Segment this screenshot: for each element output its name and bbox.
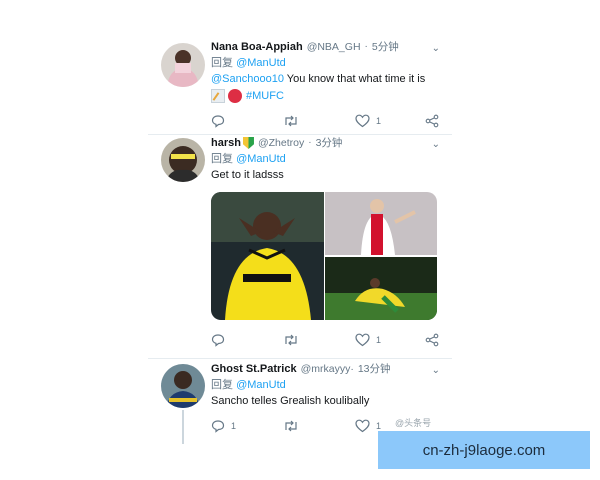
share-icon bbox=[425, 333, 439, 347]
user-handle[interactable]: @NBA_GH bbox=[307, 40, 361, 54]
like-count: 1 bbox=[376, 335, 382, 345]
retweet-icon bbox=[285, 334, 297, 346]
media-right-column bbox=[325, 192, 437, 320]
tweet-text-body: You know that what time it is bbox=[283, 73, 426, 85]
tweet-text: Get to it ladsss bbox=[211, 169, 284, 181]
tweet-actions: 1 bbox=[211, 332, 447, 348]
reply-prefix: 回复 bbox=[211, 57, 233, 69]
reply-context: 回复 @ManUtd bbox=[211, 56, 447, 70]
avatar[interactable] bbox=[161, 138, 205, 182]
display-name[interactable]: harsh bbox=[211, 136, 241, 150]
reply-button[interactable] bbox=[211, 114, 283, 128]
reply-prefix: 回复 bbox=[211, 379, 233, 391]
media-photo-ajax[interactable] bbox=[325, 192, 437, 256]
user-handle[interactable]: @mrkayyy· bbox=[301, 362, 354, 376]
heart-icon bbox=[355, 419, 370, 433]
pencil-emoji-icon bbox=[211, 89, 225, 103]
thread-line bbox=[182, 410, 184, 444]
reply-icon bbox=[211, 115, 225, 128]
chevron-down-icon[interactable]: ⌄ bbox=[432, 364, 440, 378]
separator-dot: · bbox=[364, 41, 368, 52]
watermark: @头条号 bbox=[395, 418, 432, 428]
retweet-icon bbox=[285, 115, 297, 127]
avatar[interactable] bbox=[161, 364, 205, 408]
emoji-line: #MUFC bbox=[211, 89, 447, 103]
reply-button[interactable]: 1 bbox=[211, 419, 283, 433]
tweet-actions: 1 bbox=[211, 113, 447, 129]
red-circle-emoji-icon bbox=[228, 89, 242, 103]
display-name[interactable]: Nana Boa-Appiah bbox=[211, 40, 303, 54]
heart-icon bbox=[355, 114, 370, 128]
timestamp[interactable]: 5分钟 bbox=[372, 40, 399, 54]
media-photo-sancho[interactable] bbox=[211, 192, 324, 320]
reply-icon bbox=[211, 334, 225, 347]
user-handle[interactable]: @Zhetroy bbox=[258, 136, 304, 150]
reply-count: 1 bbox=[231, 421, 237, 431]
reply-prefix: 回复 bbox=[211, 153, 233, 165]
reply-context: 回复 @ManUtd bbox=[211, 152, 447, 166]
share-icon bbox=[425, 114, 439, 128]
retweet-icon bbox=[285, 420, 297, 432]
verified-leaf-icon bbox=[242, 137, 254, 149]
chevron-down-icon[interactable]: ⌄ bbox=[432, 42, 440, 56]
retweet-button[interactable] bbox=[283, 333, 355, 347]
retweet-button[interactable] bbox=[283, 419, 355, 433]
like-button[interactable]: 1 bbox=[355, 333, 427, 347]
heart-icon bbox=[355, 333, 370, 347]
tweet-feed: Nana Boa-Appiah @NBA_GH · 5分钟 ⌄ 回复 @ManU… bbox=[148, 34, 452, 444]
hashtag[interactable]: #MUFC bbox=[246, 89, 284, 103]
like-count: 1 bbox=[376, 116, 382, 126]
share-button[interactable] bbox=[425, 333, 439, 347]
like-button[interactable]: 1 bbox=[355, 114, 427, 128]
reply-icon bbox=[211, 420, 225, 433]
reply-mention[interactable]: @ManUtd bbox=[236, 153, 286, 165]
site-banner[interactable]: cn-zh-j9laoge.com bbox=[378, 431, 590, 469]
reply-context: 回复 @ManUtd bbox=[211, 378, 447, 392]
media-grid[interactable] bbox=[211, 192, 437, 320]
reply-button[interactable] bbox=[211, 333, 283, 347]
media-photo-norwich[interactable] bbox=[325, 256, 437, 320]
avatar[interactable] bbox=[161, 43, 205, 87]
timestamp[interactable]: 13分钟 bbox=[358, 362, 391, 376]
chevron-down-icon[interactable]: ⌄ bbox=[432, 138, 440, 152]
display-name[interactable]: Ghost St.Patrick bbox=[211, 362, 297, 376]
reply-mention[interactable]: @ManUtd bbox=[236, 57, 286, 69]
tweet-text: @Sanchooo10 You know that what time it i… bbox=[211, 72, 447, 86]
retweet-button[interactable] bbox=[283, 114, 355, 128]
separator-dot: · bbox=[308, 137, 312, 148]
share-button[interactable] bbox=[425, 114, 439, 128]
tweet-text: Sancho telles Grealish koulibally bbox=[211, 395, 370, 407]
timestamp[interactable]: 3分钟 bbox=[316, 136, 343, 150]
user-mention[interactable]: @Sanchooo10 bbox=[211, 73, 284, 85]
tweet[interactable]: harsh @Zhetroy · 3分钟 ⌄ 回复 @ManUtd Get to… bbox=[148, 130, 452, 356]
reply-mention[interactable]: @ManUtd bbox=[236, 379, 286, 391]
tweet[interactable]: Nana Boa-Appiah @NBA_GH · 5分钟 ⌄ 回复 @ManU… bbox=[148, 34, 452, 130]
